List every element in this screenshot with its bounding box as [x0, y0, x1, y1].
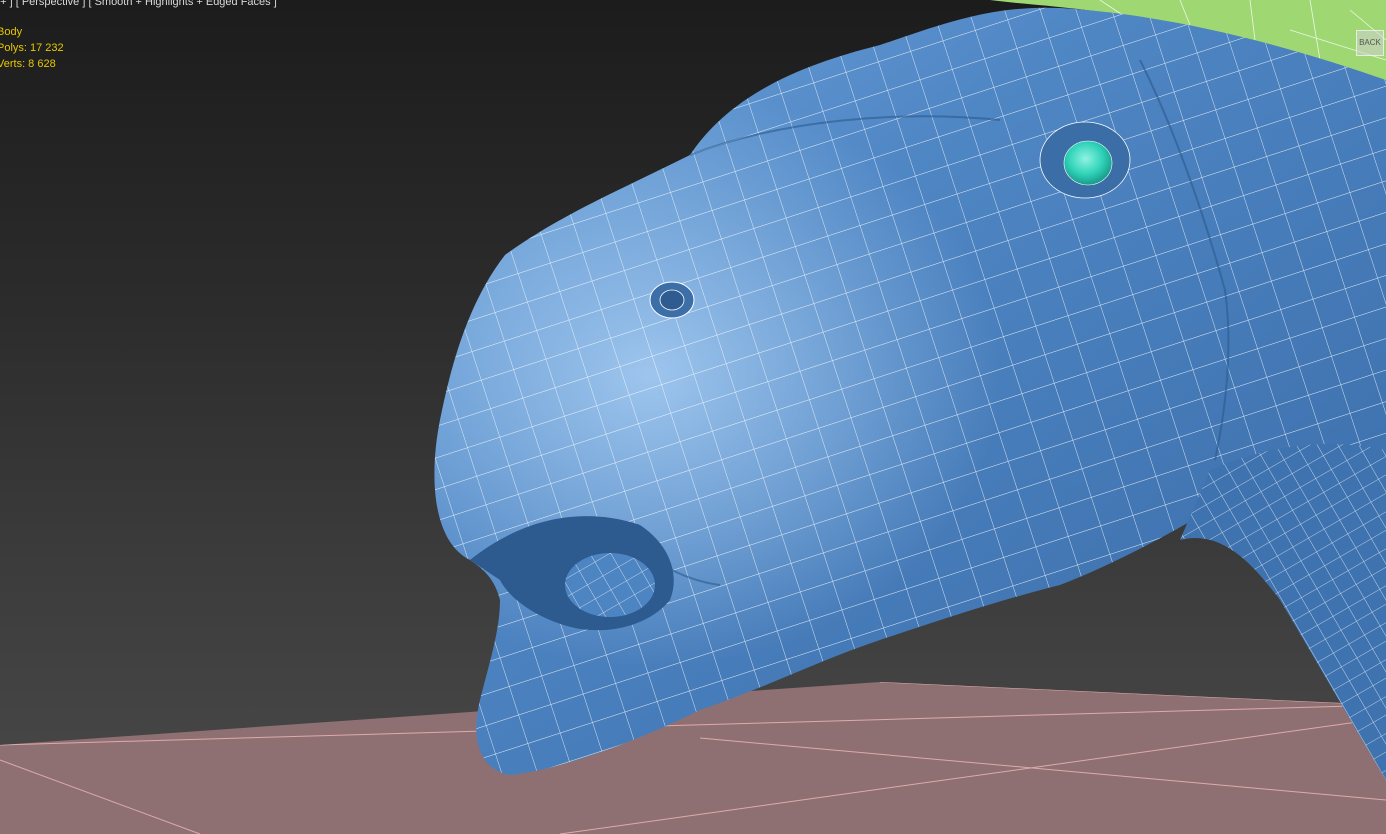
- viewport-scene[interactable]: [0, 0, 1386, 834]
- 3d-viewport[interactable]: [ + ] [ Perspective ] [ Smooth + Highlig…: [0, 0, 1386, 834]
- stats-polys: Polys: 17 232: [0, 42, 64, 54]
- creature-eye[interactable]: [1039, 121, 1131, 199]
- stats-verts: Verts: 8 628: [0, 58, 56, 70]
- viewport-label-menu[interactable]: [ + ] [ Perspective ] [ Smooth + Highlig…: [0, 0, 277, 10]
- statistics-overlay: Body Polys: 17 232 Verts: 8 628: [0, 24, 64, 72]
- stats-object-name: Body: [0, 26, 23, 38]
- creature-nostril: [649, 281, 695, 319]
- viewcube-icon[interactable]: BACK: [1356, 30, 1384, 56]
